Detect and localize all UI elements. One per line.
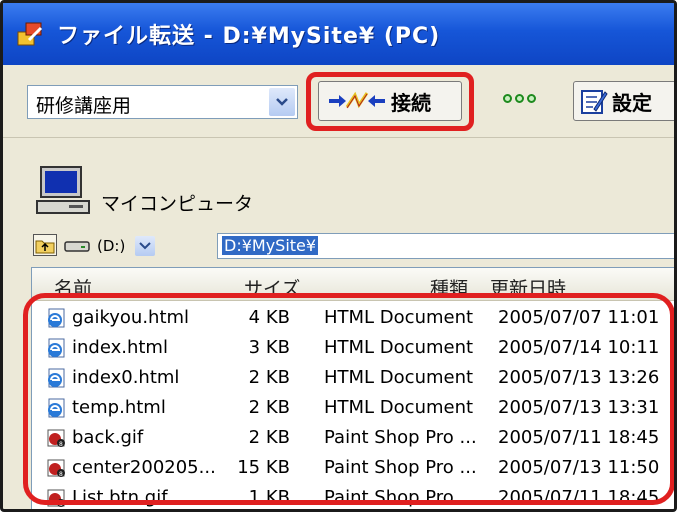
status-indicator bbox=[503, 94, 536, 103]
file-list-highlight-box bbox=[23, 293, 674, 505]
settings-button[interactable]: 設定 bbox=[573, 81, 674, 121]
settings-icon bbox=[580, 87, 608, 115]
settings-button-label: 設定 bbox=[612, 90, 652, 115]
file-transfer-window: ファイル転送 - D:¥MySite¥ (PC) 研修講座用 接続 設定 マイコ… bbox=[0, 0, 677, 512]
drive-select[interactable]: (D:) bbox=[63, 233, 223, 259]
connect-highlight-box bbox=[306, 72, 474, 131]
status-dot bbox=[527, 94, 536, 103]
profile-select-value: 研修講座用 bbox=[36, 95, 132, 117]
drive-icon bbox=[63, 238, 91, 254]
my-computer-label: マイコンピュータ bbox=[101, 193, 254, 215]
chevron-down-icon[interactable] bbox=[135, 236, 156, 256]
local-path-value: D:¥MySite¥ bbox=[222, 236, 319, 255]
my-computer-icon[interactable] bbox=[35, 165, 95, 217]
window-title: ファイル転送 - D:¥MySite¥ (PC) bbox=[57, 24, 441, 49]
status-dot bbox=[503, 94, 512, 103]
chevron-down-icon[interactable] bbox=[269, 88, 295, 116]
file-transfer-app-icon bbox=[15, 18, 47, 50]
title-bar: ファイル転送 - D:¥MySite¥ (PC) bbox=[3, 3, 674, 65]
status-dot bbox=[515, 94, 524, 103]
folder-up-icon[interactable] bbox=[33, 234, 57, 256]
local-path-input[interactable]: D:¥MySite¥ bbox=[217, 233, 674, 259]
profile-select[interactable]: 研修講座用 bbox=[27, 85, 298, 119]
local-address-bar: (D:) D:¥MySite¥ bbox=[33, 231, 674, 261]
drive-select-value: (D:) bbox=[97, 237, 126, 255]
